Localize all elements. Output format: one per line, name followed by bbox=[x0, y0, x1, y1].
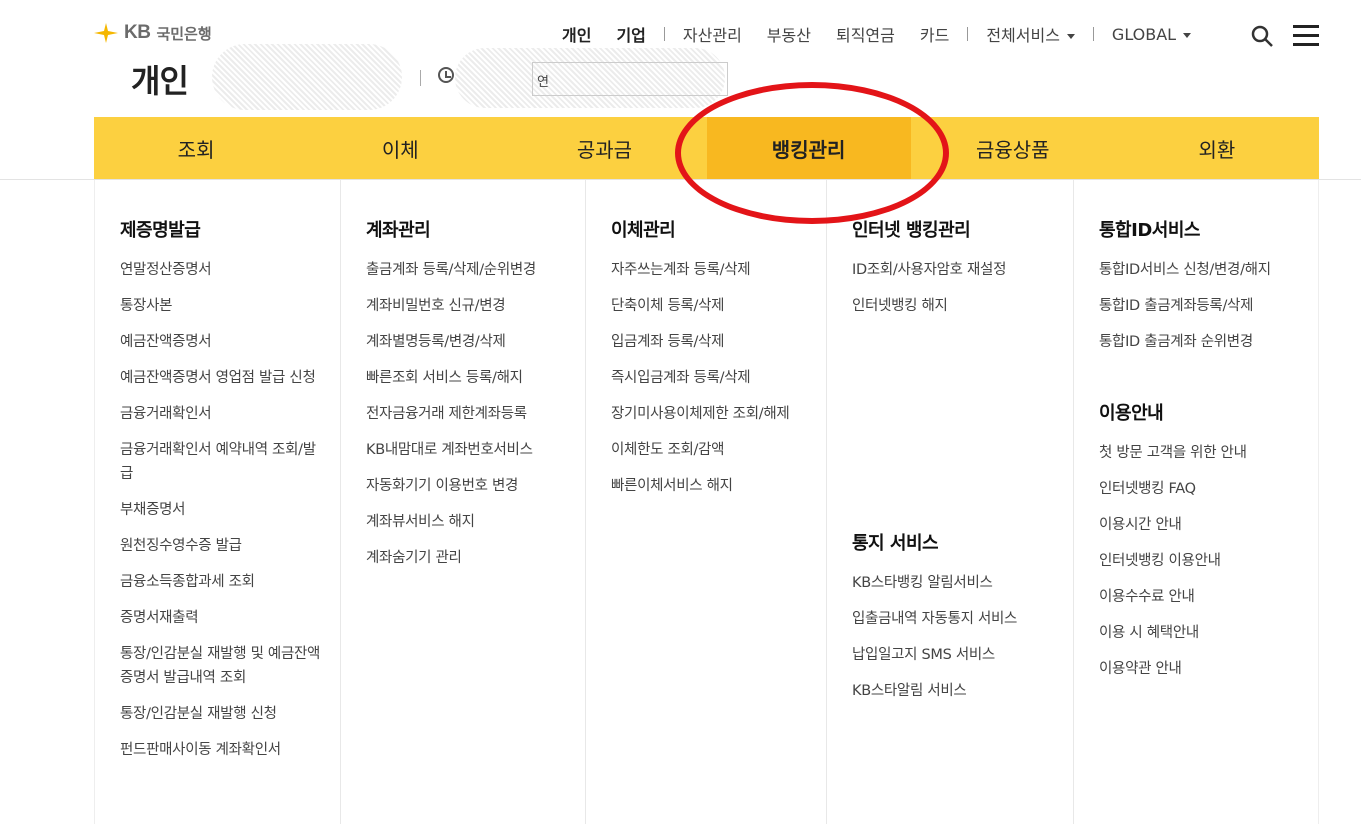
menu-link[interactable]: 이용시간 안내 bbox=[1099, 513, 1318, 537]
menu-col-internet-banking: 인터넷 뱅킹관리 ID조회/사용자암호 재설정 인터넷뱅킹 해지 통지 서비스 … bbox=[827, 180, 1074, 824]
nav-personal[interactable]: 개인 bbox=[562, 22, 591, 46]
menu-link[interactable]: 장기미사용이체제한 조회/해제 bbox=[611, 402, 826, 426]
menu-link[interactable]: 계좌뷰서비스 해지 bbox=[366, 510, 585, 534]
menu-subgroup-usage-guide: 이용안내 첫 방문 고객을 위한 안내 인터넷뱅킹 FAQ 이용시간 안내 인터… bbox=[1099, 399, 1318, 693]
menu-link[interactable]: 통합ID서비스 신청/변경/해지 bbox=[1099, 258, 1318, 282]
menu-link[interactable]: 이체한도 조회/감액 bbox=[611, 438, 826, 462]
tab-inquiry[interactable]: 조회 bbox=[94, 117, 298, 179]
nav-pension[interactable]: 퇴직연금 bbox=[836, 22, 895, 46]
menu-link[interactable]: 통장/인감분실 재발행 신청 bbox=[120, 702, 340, 726]
menu-link[interactable]: 증명서재출력 bbox=[120, 606, 340, 630]
menu-subgroup-notification: 통지 서비스 KB스타뱅킹 알림서비스 입출금내역 자동통지 서비스 납입일고지… bbox=[852, 529, 1073, 715]
menu-link[interactable]: 즉시입금계좌 등록/삭제 bbox=[611, 366, 826, 390]
logo-bank-text: 국민은행 bbox=[156, 24, 212, 43]
highlight-circle-annotation bbox=[675, 82, 949, 224]
nav-real-estate[interactable]: 부동산 bbox=[767, 22, 811, 46]
menu-link[interactable]: 인터넷뱅킹 이용안내 bbox=[1099, 549, 1318, 573]
menu-link[interactable]: 원천징수영수증 발급 bbox=[120, 534, 340, 558]
menu-link[interactable]: KB스타알림 서비스 bbox=[852, 679, 1073, 703]
mega-menu: 제증명발급 연말정산증명서 통장사본 예금잔액증명서 예금잔액증명서 영업점 발… bbox=[94, 180, 1319, 824]
menu-link[interactable]: 납입일고지 SMS 서비스 bbox=[852, 643, 1073, 667]
menu-col-certificates: 제증명발급 연말정산증명서 통장사본 예금잔액증명서 예금잔액증명서 영업점 발… bbox=[95, 180, 341, 824]
clock-icon bbox=[438, 67, 454, 83]
menu-link[interactable]: KB스타뱅킹 알림서비스 bbox=[852, 571, 1073, 595]
menu-heading: 이용안내 bbox=[1099, 403, 1164, 424]
nav-card[interactable]: 카드 bbox=[920, 22, 949, 46]
redacted-user-info bbox=[212, 44, 402, 110]
nav-all-services[interactable]: 전체서비스 bbox=[986, 22, 1075, 46]
nav-global-label: GLOBAL bbox=[1111, 24, 1177, 44]
menu-link[interactable]: KB내맘대로 계좌번호서비스 bbox=[366, 438, 585, 462]
menu-link[interactable]: 계좌비밀번호 신규/변경 bbox=[366, 294, 585, 318]
menu-link[interactable]: 계좌숨기기 관리 bbox=[366, 546, 585, 570]
nav-divider bbox=[967, 27, 969, 41]
session-time-prefix: 연 bbox=[537, 75, 549, 90]
menu-link[interactable]: 통장사본 bbox=[120, 294, 340, 318]
menu-link[interactable]: 인터넷뱅킹 해지 bbox=[852, 294, 1073, 318]
menu-link[interactable]: 자동화기기 이용번호 변경 bbox=[366, 474, 585, 498]
kb-star-icon bbox=[94, 23, 118, 43]
session-time-box: 연 bbox=[532, 62, 728, 96]
menu-heading: 인터넷 뱅킹관리 bbox=[852, 220, 971, 241]
menu-link[interactable]: 예금잔액증명서 bbox=[120, 330, 340, 354]
menu-heading: 통지 서비스 bbox=[852, 533, 939, 554]
menu-link[interactable]: 이용수수료 안내 bbox=[1099, 585, 1318, 609]
menu-link[interactable]: 계좌별명등록/변경/삭제 bbox=[366, 330, 585, 354]
menu-heading: 제증명발급 bbox=[120, 220, 201, 241]
menu-heading: 계좌관리 bbox=[366, 220, 431, 241]
menu-link[interactable]: 자주쓰는계좌 등록/삭제 bbox=[611, 258, 826, 282]
menu-col-account-management: 계좌관리 출금계좌 등록/삭제/순위변경 계좌비밀번호 신규/변경 계좌별명등록… bbox=[341, 180, 586, 824]
menu-link[interactable]: ID조회/사용자암호 재설정 bbox=[852, 258, 1073, 282]
menu-heading: 통합ID서비스 bbox=[1099, 220, 1200, 241]
menu-col-integrated-id: 통합ID서비스 통합ID서비스 신청/변경/해지 통합ID 출금계좌등록/삭제 … bbox=[1074, 180, 1318, 824]
nav-asset-management[interactable]: 자산관리 bbox=[683, 22, 742, 46]
menu-link[interactable]: 이용약관 안내 bbox=[1099, 657, 1318, 681]
menu-link[interactable]: 빠른이체서비스 해지 bbox=[611, 474, 826, 498]
menu-link[interactable]: 연말정산증명서 bbox=[120, 258, 340, 282]
search-icon[interactable] bbox=[1251, 25, 1273, 47]
menu-link[interactable]: 부채증명서 bbox=[120, 498, 340, 522]
page-title: 개인 bbox=[131, 62, 189, 100]
menu-link[interactable]: 금융거래확인서 예약내역 조회/발급 bbox=[120, 438, 340, 486]
menu-link[interactable]: 빠른조회 서비스 등록/해지 bbox=[366, 366, 585, 390]
menu-link[interactable]: 전자금융거래 제한계좌등록 bbox=[366, 402, 585, 426]
menu-link[interactable]: 금융거래확인서 bbox=[120, 402, 340, 426]
menu-link[interactable]: 금융소득종합과세 조회 bbox=[120, 570, 340, 594]
menu-link[interactable]: 단축이체 등록/삭제 bbox=[611, 294, 826, 318]
top-nav: 개인 기업 자산관리 부동산 퇴직연금 카드 전체서비스 GLOBAL bbox=[562, 22, 1216, 46]
tab-transfer[interactable]: 이체 bbox=[298, 117, 502, 179]
menu-link[interactable]: 첫 방문 고객을 위한 안내 bbox=[1099, 441, 1318, 465]
menu-link[interactable]: 이용 시 혜택안내 bbox=[1099, 621, 1318, 645]
kb-logo[interactable]: KB 국민은행 bbox=[94, 22, 212, 44]
caret-down-icon bbox=[1183, 32, 1192, 38]
nav-all-services-label: 전체서비스 bbox=[986, 26, 1060, 45]
caret-down-icon bbox=[1066, 34, 1075, 39]
nav-divider bbox=[1092, 27, 1094, 41]
logo-kb-text: KB bbox=[124, 22, 151, 43]
menu-link[interactable]: 통합ID 출금계좌 순위변경 bbox=[1099, 330, 1318, 354]
menu-link[interactable]: 입출금내역 자동통지 서비스 bbox=[852, 607, 1073, 631]
header-divider bbox=[420, 70, 421, 86]
menu-link[interactable]: 출금계좌 등록/삭제/순위변경 bbox=[366, 258, 585, 282]
hamburger-menu-icon[interactable] bbox=[1293, 25, 1319, 47]
nav-divider bbox=[663, 27, 665, 41]
menu-link[interactable]: 통합ID 출금계좌등록/삭제 bbox=[1099, 294, 1318, 318]
menu-link[interactable]: 인터넷뱅킹 FAQ bbox=[1099, 477, 1318, 501]
nav-global[interactable]: GLOBAL bbox=[1111, 24, 1192, 44]
menu-col-transfer-management: 이체관리 자주쓰는계좌 등록/삭제 단축이체 등록/삭제 입금계좌 등록/삭제 … bbox=[586, 180, 827, 824]
menu-link[interactable]: 입금계좌 등록/삭제 bbox=[611, 330, 826, 354]
nav-business[interactable]: 기업 bbox=[616, 22, 645, 46]
menu-link[interactable]: 예금잔액증명서 영업점 발급 신청 bbox=[120, 366, 340, 390]
tab-foreign-exchange[interactable]: 외환 bbox=[1115, 117, 1319, 179]
menu-link[interactable]: 펀드판매사이동 계좌확인서 bbox=[120, 738, 340, 762]
menu-link[interactable]: 통장/인감분실 재발행 및 예금잔액증명서 발급내역 조회 bbox=[120, 642, 340, 690]
